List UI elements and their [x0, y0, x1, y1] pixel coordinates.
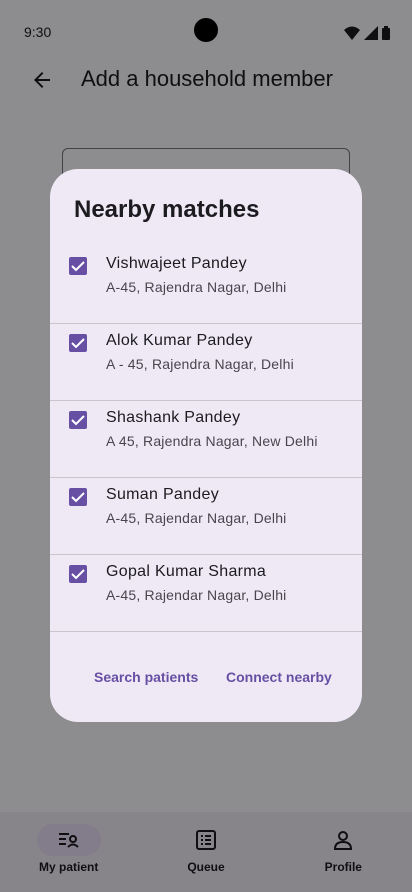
list-item[interactable]: Alok Kumar Pandey A - 45, Rajendra Nagar… [50, 324, 362, 401]
dialog-title: Nearby matches [74, 196, 260, 223]
checkmark-icon [71, 492, 85, 503]
match-list: Vishwajeet Pandey A-45, Rajendra Nagar, … [50, 247, 362, 632]
nearby-matches-dialog: Nearby matches Vishwajeet Pandey A-45, R… [50, 169, 362, 722]
checkbox[interactable] [69, 565, 87, 583]
dialog-actions: Search patients Connect nearby [50, 659, 362, 699]
search-patients-button[interactable]: Search patients [94, 669, 198, 685]
match-address: A - 45, Rajendra Nagar, Delhi [106, 356, 294, 372]
match-address: A-45, Rajendar Nagar, Delhi [106, 587, 287, 603]
match-name: Gopal Kumar Sharma [106, 563, 267, 580]
checkbox[interactable] [69, 488, 87, 506]
checkbox[interactable] [69, 334, 87, 352]
list-item[interactable]: Suman Pandey A-45, Rajendar Nagar, Delhi [50, 478, 362, 555]
list-item[interactable]: Shashank Pandey A 45, Rajendra Nagar, Ne… [50, 401, 362, 478]
connect-nearby-button[interactable]: Connect nearby [226, 669, 332, 685]
match-name: Alok Kumar Pandey [106, 332, 253, 349]
match-address: A-45, Rajendar Nagar, Delhi [106, 510, 287, 526]
checkbox[interactable] [69, 411, 87, 429]
checkbox[interactable] [69, 257, 87, 275]
checkmark-icon [71, 569, 85, 580]
list-item[interactable]: Gopal Kumar Sharma A-45, Rajendar Nagar,… [50, 555, 362, 632]
match-name: Shashank Pandey [106, 409, 241, 426]
match-name: Vishwajeet Pandey [106, 255, 247, 272]
match-name: Suman Pandey [106, 486, 220, 503]
checkmark-icon [71, 415, 85, 426]
checkmark-icon [71, 261, 85, 272]
list-item[interactable]: Vishwajeet Pandey A-45, Rajendra Nagar, … [50, 247, 362, 324]
match-address: A-45, Rajendra Nagar, Delhi [106, 279, 287, 295]
checkmark-icon [71, 338, 85, 349]
match-address: A 45, Rajendra Nagar, New Delhi [106, 433, 318, 449]
